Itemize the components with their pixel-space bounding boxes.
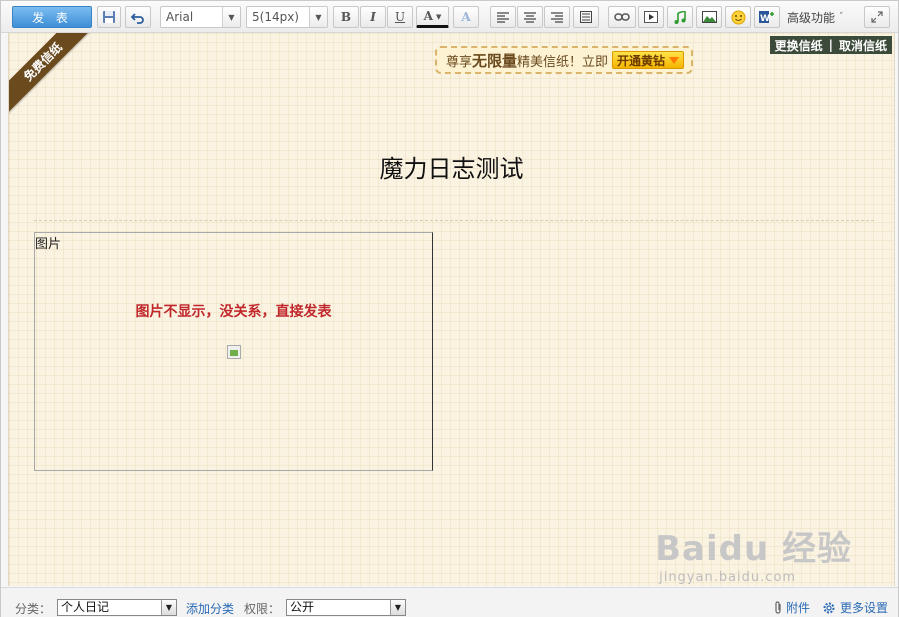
open-yellow-diamond-button[interactable]: 开通黄钻 <box>612 51 685 69</box>
svg-text:W: W <box>760 14 770 24</box>
more-settings-button[interactable]: 更多设置 <box>822 599 888 616</box>
image-label: 图片 <box>35 237 62 252</box>
promo-prefix: 尊享 <box>446 54 473 70</box>
more-settings-label: 更多设置 <box>840 601 889 615</box>
vip-button-label: 开通黄钻 <box>617 53 666 68</box>
gear-icon <box>823 602 835 613</box>
diamond-icon <box>669 56 680 64</box>
chevron-down-icon: ˅ <box>839 12 844 22</box>
editor-toolbar: 发 表 Arial ▼ 5(14px) ▼ B I U A ▼ A W 高级功能… <box>1 1 898 33</box>
add-category-link[interactable]: 添加分类 <box>186 600 234 617</box>
baidu-jingyan-watermark: Baidu 经验 jingyan.baidu.com <box>655 521 852 585</box>
font-size-value: 5(14px) <box>252 10 299 24</box>
attachment-label: 附件 <box>786 601 811 615</box>
editor-content-area[interactable]: 免费信纸 更换信纸 | 取消信纸 尊享 无限量 精美信纸！立即 开通黄钻 魔力日… <box>8 33 895 586</box>
permission-value: 公开 <box>290 600 315 614</box>
undo-icon[interactable] <box>125 6 151 28</box>
video-icon[interactable] <box>638 6 664 28</box>
underline-icon[interactable]: U <box>387 6 413 28</box>
category-value: 个人日记 <box>61 600 110 614</box>
font-family-value: Arial <box>166 10 194 24</box>
emoticon-icon[interactable] <box>725 6 751 28</box>
publish-button[interactable]: 发 表 <box>12 6 92 28</box>
free-stationery-ribbon: 免费信纸 <box>9 33 101 120</box>
category-label: 分类： <box>15 602 52 616</box>
chevron-down-icon: ▼ <box>309 7 327 27</box>
blog-editor: 发 表 Arial ▼ 5(14px) ▼ B I U A ▼ A W 高级功能… <box>0 0 899 617</box>
stationery-controls: 更换信纸 | 取消信纸 <box>769 36 892 54</box>
stationery-separator: | <box>828 38 833 52</box>
watermark-url: jingyan.baidu.com <box>659 570 797 585</box>
chevron-down-icon: ▼ <box>435 11 442 21</box>
chevron-down-icon: ▼ <box>390 600 405 615</box>
bold-icon[interactable]: B <box>333 6 359 28</box>
link-icon[interactable] <box>608 6 636 28</box>
promo-highlight: 无限量 <box>472 51 518 70</box>
cancel-stationery-button[interactable]: 取消信纸 <box>839 37 887 54</box>
word-import-icon[interactable]: W <box>754 6 780 28</box>
chevron-down-icon: ▼ <box>222 7 240 27</box>
title-divider <box>34 220 874 221</box>
font-family-select[interactable]: Arial ▼ <box>160 6 241 28</box>
font-color-glyph: A <box>423 9 433 23</box>
paperclip-icon <box>775 600 781 614</box>
advanced-features-menu[interactable]: 高级功能 ˅ <box>787 6 844 28</box>
change-stationery-button[interactable]: 更换信纸 <box>775 37 823 54</box>
category-select[interactable]: 个人日记 ▼ <box>57 599 177 616</box>
text-effect-icon[interactable]: A <box>453 6 479 28</box>
image-note: 图片不显示，没关系，直接发表 <box>135 304 332 320</box>
watermark-brand: Baidu 经验 <box>655 529 852 569</box>
justify-icon[interactable] <box>573 6 599 28</box>
attachment-button[interactable]: 附件 <box>773 599 810 616</box>
advanced-features-label: 高级功能 <box>787 10 836 25</box>
promo-suffix: 精美信纸！立即 <box>517 54 609 70</box>
font-size-select[interactable]: 5(14px) ▼ <box>246 6 328 28</box>
broken-image-icon[interactable] <box>227 345 241 359</box>
document-title[interactable]: 魔力日志测试 <box>9 149 894 184</box>
align-left-icon[interactable] <box>490 6 516 28</box>
post-settings-bar: 分类： 个人日记 ▼ 添加分类 权限： 公开 ▼ 附件 更多设置 <box>1 587 898 617</box>
italic-icon[interactable]: I <box>360 6 386 28</box>
permission-label: 权限： <box>244 602 281 616</box>
align-right-icon[interactable] <box>544 6 570 28</box>
music-icon[interactable] <box>667 6 693 28</box>
font-color-icon[interactable]: A ▼ <box>416 6 449 28</box>
vip-promo-banner: 尊享 无限量 精美信纸！立即 开通黄钻 <box>435 46 694 74</box>
chevron-down-icon: ▼ <box>161 600 176 615</box>
align-center-icon[interactable] <box>517 6 543 28</box>
image-placeholder-box[interactable]: 图片 图片不显示，没关系，直接发表 <box>34 232 433 471</box>
permission-select[interactable]: 公开 ▼ <box>286 599 406 616</box>
image-icon[interactable] <box>696 6 722 28</box>
expand-icon[interactable] <box>864 6 890 28</box>
save-icon[interactable] <box>97 6 121 28</box>
